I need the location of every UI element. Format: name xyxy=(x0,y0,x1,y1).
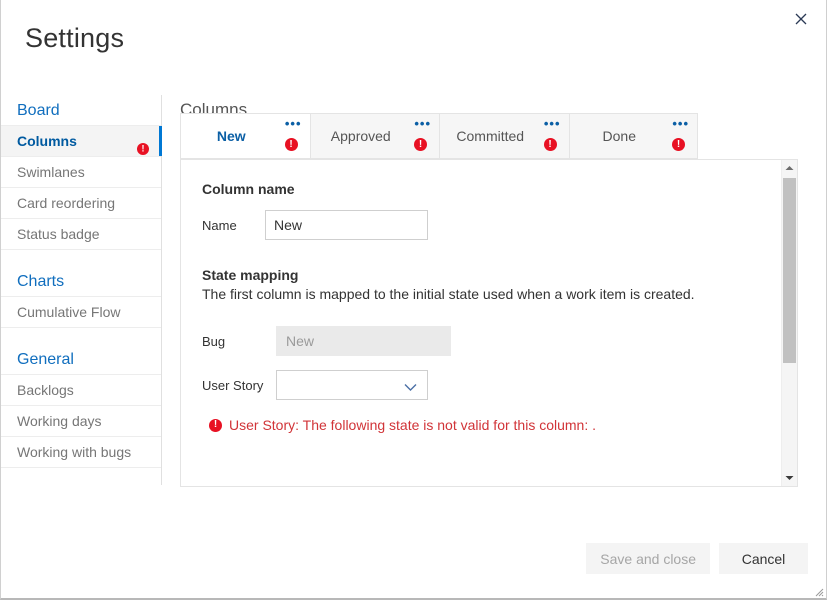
user-story-state-select[interactable] xyxy=(276,370,428,400)
column-name-input[interactable] xyxy=(265,210,428,240)
user-story-label: User Story xyxy=(202,377,264,393)
sidebar-item-working-days[interactable]: Working days xyxy=(1,406,161,437)
page-title: Settings xyxy=(25,23,125,53)
error-icon xyxy=(414,138,427,154)
tab-label: New xyxy=(216,128,246,144)
settings-dialog: Settings Board Columns Swimlanes Card re… xyxy=(0,0,827,600)
sidebar-item-label: Card reordering xyxy=(17,195,116,211)
ellipsis-icon[interactable]: ••• xyxy=(414,117,431,130)
validation-error: User Story: The following state is not v… xyxy=(209,417,781,433)
close-icon[interactable] xyxy=(785,4,817,34)
tab-done[interactable]: Done ••• xyxy=(568,113,699,159)
tab-label: Committed xyxy=(456,128,525,144)
tab-approved[interactable]: Approved ••• xyxy=(309,113,439,159)
tab-committed[interactable]: Committed ••• xyxy=(439,113,569,159)
column-tabs: New ••• Approved ••• Committed ••• Done … xyxy=(180,113,699,159)
scroll-up-arrow-icon[interactable] xyxy=(782,160,797,176)
error-icon xyxy=(672,138,686,154)
settings-sidebar: Board Columns Swimlanes Card reordering … xyxy=(1,95,162,485)
bug-state-readonly: New xyxy=(276,326,451,356)
panel-scrollbar[interactable] xyxy=(781,160,797,486)
cancel-button[interactable]: Cancel xyxy=(719,543,808,574)
tab-new[interactable]: New ••• xyxy=(180,113,310,159)
ellipsis-icon[interactable]: ••• xyxy=(544,117,561,130)
scroll-down-arrow-icon[interactable] xyxy=(782,470,797,486)
error-icon xyxy=(137,135,149,155)
chevron-down-icon xyxy=(404,379,417,395)
state-mapping-block: State mapping The first column is mapped… xyxy=(202,266,781,304)
dialog-footer: Save and close Cancel xyxy=(586,543,808,574)
tab-label: Approved xyxy=(330,128,391,144)
sidebar-item-label: Working days xyxy=(17,413,102,429)
save-and-close-button[interactable]: Save and close xyxy=(586,543,710,574)
sidebar-group-charts: Charts xyxy=(1,266,161,297)
sidebar-group-board: Board xyxy=(1,95,161,126)
scrollbar-thumb[interactable] xyxy=(783,178,796,363)
sidebar-item-working-with-bugs[interactable]: Working with bugs xyxy=(1,437,161,468)
sidebar-item-backlogs[interactable]: Backlogs xyxy=(1,375,161,406)
bug-label: Bug xyxy=(202,333,226,349)
sidebar-item-label: Backlogs xyxy=(17,382,74,398)
error-icon xyxy=(209,418,222,432)
dialog-titlebar: Settings xyxy=(1,0,826,78)
sidebar-divider xyxy=(1,328,161,344)
sidebar-item-label: Swimlanes xyxy=(17,164,85,180)
sidebar-group-general: General xyxy=(1,344,161,375)
validation-error-text: User Story: The following state is not v… xyxy=(229,417,597,433)
tab-label: Done xyxy=(602,128,636,144)
state-mapping-heading: State mapping xyxy=(202,267,299,283)
sidebar-item-label: Status badge xyxy=(17,226,100,242)
column-settings-panel: Column name Name State mapping The first… xyxy=(180,159,798,487)
user-story-field-row: User Story xyxy=(202,370,781,400)
column-settings-form: Column name Name State mapping The first… xyxy=(181,160,781,486)
ellipsis-icon[interactable]: ••• xyxy=(672,117,689,130)
ellipsis-icon[interactable]: ••• xyxy=(285,117,302,130)
sidebar-item-status-badge[interactable]: Status badge xyxy=(1,219,161,250)
sidebar-item-swimlanes[interactable]: Swimlanes xyxy=(1,157,161,188)
sidebar-item-cumulative-flow[interactable]: Cumulative Flow xyxy=(1,297,161,328)
error-icon xyxy=(543,138,557,154)
sidebar-item-label: Working with bugs xyxy=(17,444,132,460)
sidebar-item-card-reordering[interactable]: Card reordering xyxy=(1,188,161,219)
state-mapping-description: The first column is mapped to the initia… xyxy=(202,286,695,302)
name-label: Name xyxy=(202,217,237,233)
sidebar-item-label: Columns xyxy=(17,133,77,149)
sidebar-item-columns[interactable]: Columns xyxy=(1,126,162,157)
name-field-row: Name xyxy=(202,210,781,240)
bug-field-row: Bug New xyxy=(202,326,781,356)
sidebar-item-label: Cumulative Flow xyxy=(17,304,121,320)
sidebar-divider xyxy=(1,250,161,266)
resize-grip-icon[interactable] xyxy=(812,584,824,597)
column-name-heading: Column name xyxy=(202,181,295,197)
error-icon xyxy=(284,138,298,154)
